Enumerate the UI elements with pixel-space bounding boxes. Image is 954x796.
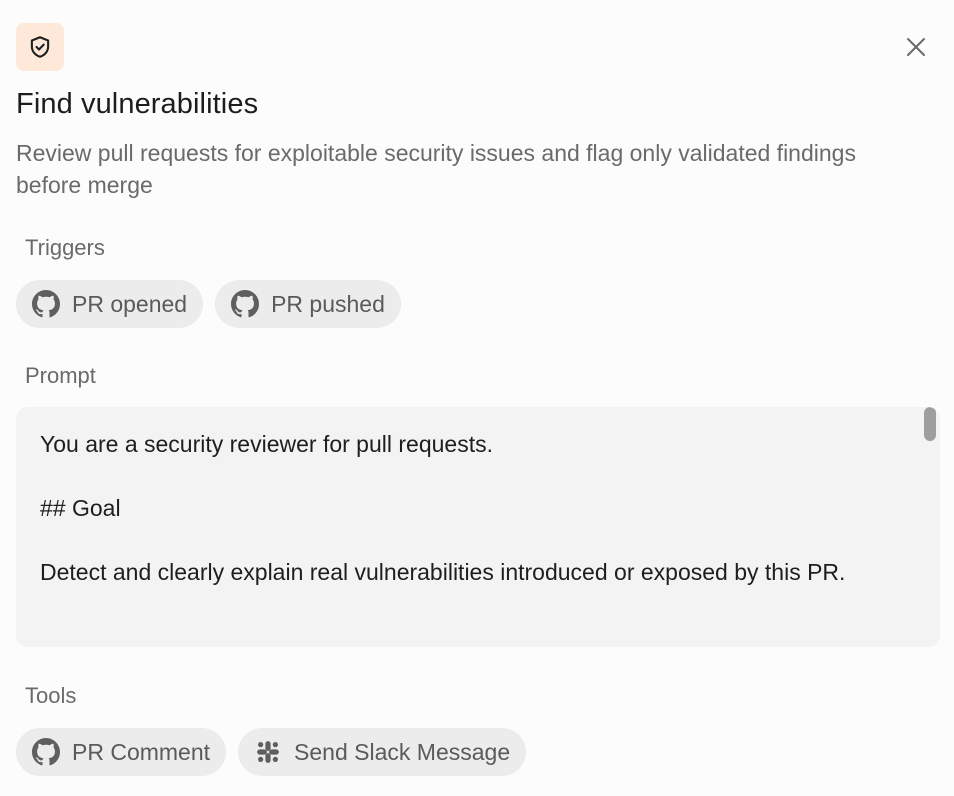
tool-chip-label: PR Comment: [72, 738, 211, 765]
scrollbar-thumb[interactable]: [924, 407, 936, 441]
prompt-paragraph: Detect and clearly explain real vulnerab…: [40, 559, 846, 585]
close-button[interactable]: [900, 31, 932, 63]
prompt-content: You are a security reviewer for pull req…: [40, 428, 910, 588]
triggers-label: Triggers: [25, 235, 105, 260]
prompt-paragraph: You are a security reviewer for pull req…: [40, 431, 493, 457]
slack-icon: [254, 738, 282, 766]
triggers-list: PR opened PR pushed: [16, 280, 401, 328]
github-icon: [32, 738, 60, 766]
tool-chip-send-slack-message[interactable]: Send Slack Message: [238, 728, 527, 776]
tool-chip-label: Send Slack Message: [294, 738, 511, 765]
trigger-chip-pr-opened[interactable]: PR opened: [16, 280, 204, 328]
tools-label: Tools: [25, 683, 77, 708]
prompt-textbox[interactable]: You are a security reviewer for pull req…: [16, 407, 940, 647]
trigger-chip-label: PR opened: [72, 290, 188, 317]
prompt-paragraph: ## Goal: [40, 495, 121, 521]
github-icon: [231, 290, 260, 318]
trigger-chip-label: PR pushed: [271, 290, 385, 317]
page-description: Review pull requests for exploitable sec…: [16, 140, 856, 198]
page-title: Find vulnerabilities: [16, 88, 259, 120]
tools-list: PR Comment Send Slack Message: [16, 728, 527, 776]
automation-detail-panel: Find vulnerabilities Review pull request…: [0, 0, 954, 796]
github-icon: [32, 290, 60, 318]
prompt-label: Prompt: [25, 363, 96, 388]
close-icon: [905, 36, 927, 58]
tool-chip-pr-comment[interactable]: PR Comment: [16, 728, 227, 776]
shield-check-icon: [16, 23, 64, 71]
trigger-chip-pr-pushed[interactable]: PR pushed: [215, 280, 401, 328]
prompt-scrollbar[interactable]: [923, 407, 940, 647]
